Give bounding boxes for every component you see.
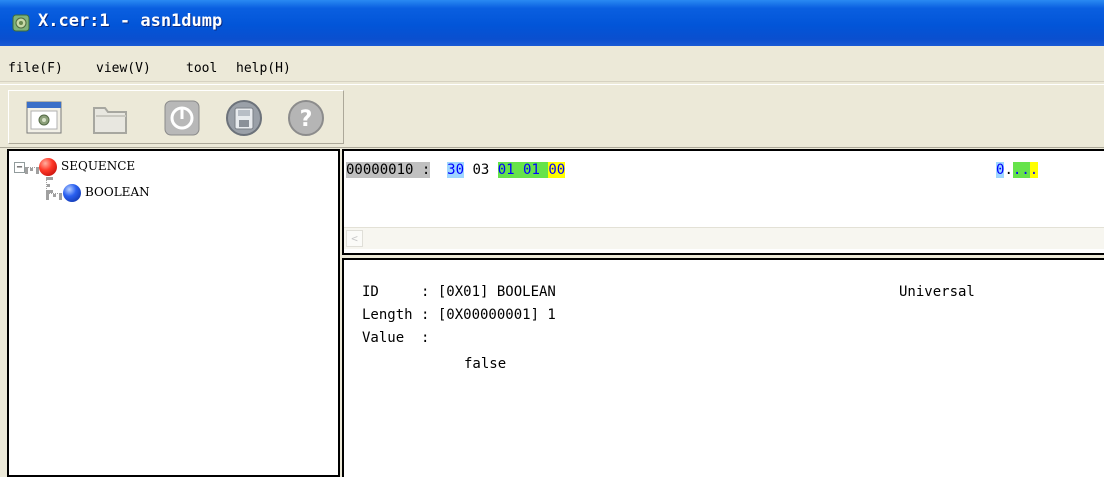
red-ball-icon [39, 158, 57, 176]
hex-byte[interactable]: 30 [447, 162, 465, 178]
tree-view[interactable]: − SEQUENCE BOOLEAN [7, 149, 340, 477]
collapse-toggle[interactable]: − [14, 162, 25, 173]
toolbar: ? [0, 84, 1104, 148]
value-label: Value : [362, 330, 430, 346]
id-line: ID : [0X01] BOOLEAN [362, 284, 556, 300]
length-line: Length : [0X00000001] 1 [362, 307, 556, 323]
app-icon [12, 14, 30, 32]
menu-tool[interactable]: tool [186, 61, 217, 76]
save-disk-icon[interactable] [223, 97, 265, 139]
toolbar-group: ? [8, 90, 344, 144]
help-question-icon[interactable]: ? [285, 97, 327, 139]
blue-ball-icon [63, 184, 81, 202]
hex-byte[interactable]: 00 [548, 162, 566, 178]
ascii-char: . [1029, 162, 1039, 178]
hex-address: 00000010 : [346, 162, 431, 178]
hex-byte[interactable]: 03 [472, 162, 489, 178]
menu-view[interactable]: view(V) [96, 61, 151, 76]
ascii-char: . [1021, 162, 1030, 178]
menu-file[interactable]: file(F) [8, 61, 63, 76]
open-window-icon[interactable] [23, 97, 65, 139]
detail-view: ID : [0X01] BOOLEAN Universal Length : [… [342, 258, 1104, 477]
title-bar[interactable]: X.cer:1 - asn1dump [0, 0, 1104, 46]
power-icon[interactable] [161, 97, 203, 139]
folder-icon[interactable] [89, 97, 131, 139]
hex-row: 00000010 : 30 03 01 01 00 [346, 162, 566, 178]
class-value: Universal [899, 284, 975, 300]
ascii-column: 0.... [996, 162, 1039, 178]
tree-node-sequence[interactable]: SEQUENCE [61, 159, 135, 173]
hex-byte[interactable]: 01 [497, 162, 515, 178]
svg-text:?: ? [300, 107, 313, 132]
window-title: X.cer:1 - asn1dump [38, 11, 223, 31]
tree-node-boolean[interactable]: BOOLEAN [85, 185, 150, 199]
scroll-left-icon[interactable]: < [346, 230, 363, 247]
value-text: false [464, 356, 507, 372]
menu-help[interactable]: help(H) [236, 61, 291, 76]
hex-byte[interactable]: 01 [523, 162, 540, 178]
menu-bar: file(F) view(V) tool help(H) [0, 56, 1104, 82]
hex-view[interactable]: 00000010 : 30 03 01 01 00 0.... < [342, 149, 1104, 255]
ascii-char: . [1004, 162, 1013, 178]
horizontal-scrollbar[interactable]: < [344, 227, 1104, 249]
